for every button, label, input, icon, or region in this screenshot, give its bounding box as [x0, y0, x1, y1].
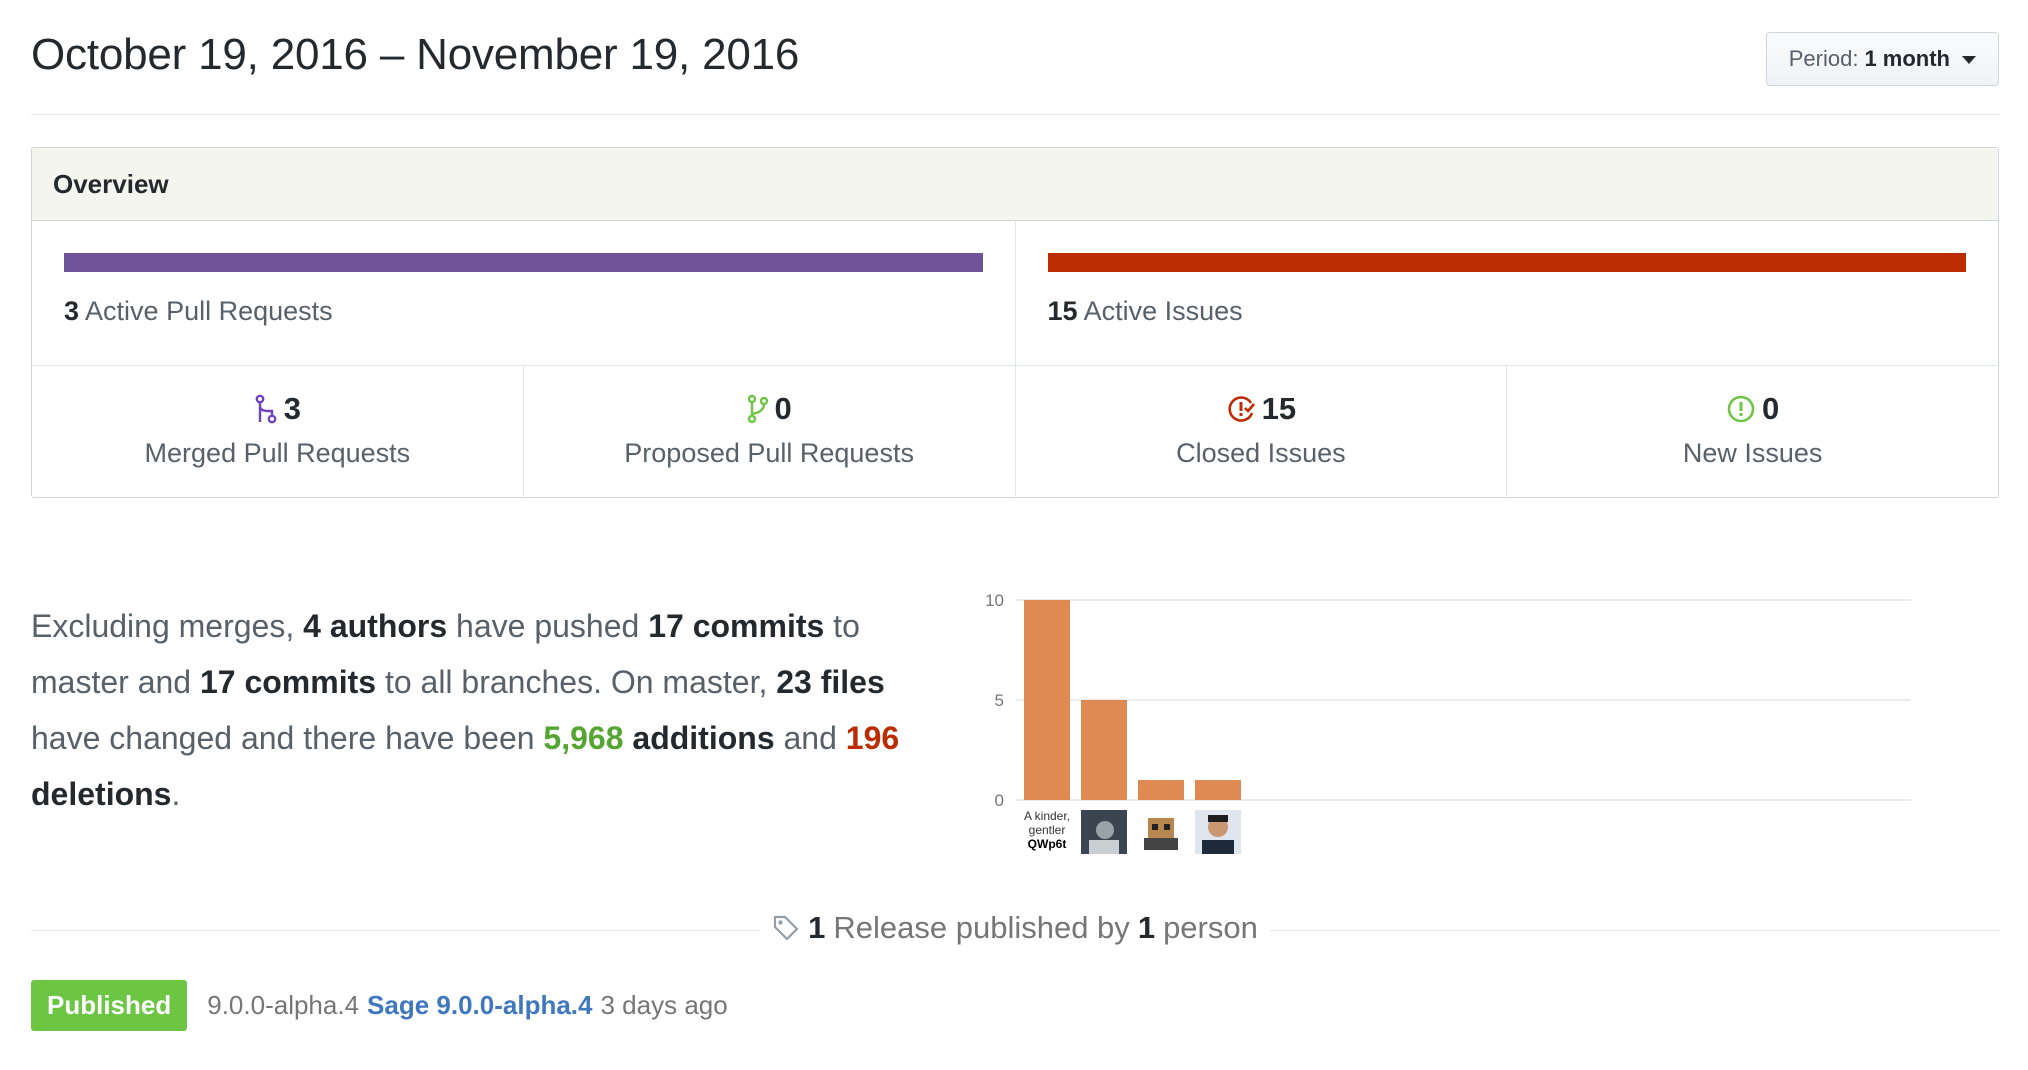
page-header: October 19, 2016 – November 19, 2016 Per…	[31, 0, 1999, 115]
summary-text: Excluding merges,	[31, 608, 295, 644]
active-pull-requests[interactable]: 3 Active Pull Requests	[32, 221, 1015, 365]
summary-text: .	[171, 776, 181, 812]
commits-by-author-chart: 0 5 10 A kinder, gentler QWp6t	[951, 580, 1911, 880]
deletions-count: 196	[845, 720, 900, 756]
deletions-word: deletions	[31, 776, 172, 812]
merged-pr-label: Merged Pull Requests	[144, 438, 411, 468]
active-pr-count: 3	[64, 296, 80, 326]
active-issue-stat: 15 Active Issues	[1048, 296, 1967, 327]
y-tick-label: 10	[985, 591, 1004, 610]
author-label: A kinder,	[1024, 809, 1070, 823]
active-issue-bar	[1047, 253, 1966, 272]
bar	[1081, 700, 1127, 800]
active-issues[interactable]: 15 Active Issues	[1014, 221, 1999, 365]
release-text-2: person	[1163, 910, 1258, 945]
authors-count[interactable]: 4 authors	[303, 608, 447, 644]
period-label: Period:	[1788, 46, 1859, 71]
chart-svg: 0 5 10 A kinder,gentlerQWp6t	[985, 591, 1911, 854]
closed-issues-stat[interactable]: 15 Closed Issues	[1014, 366, 1507, 498]
proposed-pr-icon	[747, 394, 769, 424]
period-value: 1 month	[1864, 46, 1950, 71]
new-issues-stat[interactable]: 0 New Issues	[1506, 366, 1998, 498]
active-pr-stat: 3 Active Pull Requests	[64, 296, 983, 327]
additions-count: 5,968	[543, 720, 624, 756]
overview-panel: Overview 3 Active Pull Requests 15 Activ…	[31, 147, 1999, 498]
proposed-pr-stat[interactable]: 0 Proposed Pull Requests	[522, 366, 1015, 498]
author-label: QWp6t	[1028, 837, 1067, 851]
bar	[1024, 600, 1070, 800]
period-dropdown[interactable]: Period: 1 month	[1765, 32, 1999, 86]
release-heading: 1 Release published by 1 person	[31, 910, 1999, 947]
avatar-robot-head	[1148, 818, 1174, 838]
new-issues-label: New Issues	[1682, 438, 1823, 468]
active-pr-bar	[64, 253, 983, 272]
avatar-robot-eye	[1152, 824, 1158, 830]
active-pr-label: Active Pull Requests	[85, 296, 333, 326]
summary-text: have pushed	[456, 608, 640, 644]
new-issues-count: 0	[1762, 391, 1780, 426]
bar	[1138, 780, 1184, 800]
summary-text: and	[783, 720, 837, 756]
caret-down-icon	[1962, 56, 1976, 64]
closed-issues-label: Closed Issues	[1176, 438, 1346, 468]
avatar-body	[1202, 840, 1234, 854]
release-tag: 9.0.0-alpha.4	[207, 990, 360, 1020]
overview-heading: Overview	[32, 148, 1998, 221]
tag-icon	[772, 914, 800, 942]
files-changed[interactable]: 23 files	[776, 664, 885, 700]
avatar-body	[1089, 840, 1119, 854]
active-issue-count: 15	[1047, 296, 1078, 326]
summary-text: to all branches. On master,	[384, 664, 768, 700]
closed-issue-icon	[1226, 394, 1256, 424]
merged-pr-stat[interactable]: 3 Merged Pull Requests	[32, 366, 523, 498]
avatar-hair	[1208, 815, 1228, 822]
additions-word: additions	[632, 720, 775, 756]
commits-master[interactable]: 17 commits	[648, 608, 824, 644]
avatar-robot-eye	[1164, 824, 1170, 830]
commits-all: 17 commits	[199, 664, 377, 700]
merged-pr-icon	[254, 394, 278, 424]
bar	[1195, 780, 1241, 800]
release-text: Release published by	[833, 910, 1130, 945]
summary-text: have changed and there have been	[31, 720, 535, 756]
release-people-count: 1	[1137, 910, 1156, 945]
merged-pr-count: 3	[283, 391, 301, 426]
published-badge: Published	[31, 980, 188, 1031]
release-link[interactable]: Sage 9.0.0-alpha.4	[367, 990, 592, 1021]
closed-issues-count: 15	[1261, 391, 1297, 426]
pulse-page: October 19, 2016 – November 19, 2016 Per…	[31, 0, 1999, 1031]
proposed-pr-label: Proposed Pull Requests	[624, 438, 914, 468]
commit-summary: Excluding merges, 4 authors have pushed …	[31, 598, 961, 822]
active-issue-label: Active Issues	[1083, 296, 1243, 326]
proposed-pr-count: 0	[774, 391, 792, 426]
release-count: 1	[808, 910, 826, 945]
release-time: 3 days ago	[600, 990, 728, 1020]
author-label: gentler	[1029, 823, 1066, 837]
new-issue-icon	[1726, 394, 1756, 424]
avatar-robot-body	[1144, 838, 1178, 850]
y-tick-label: 5	[995, 691, 1004, 710]
release-item: Published 9.0.0-alpha.4 Sage 9.0.0-alpha…	[31, 980, 728, 1031]
avatar-face	[1096, 821, 1114, 839]
y-tick-label: 0	[995, 791, 1004, 810]
page-title: October 19, 2016 – November 19, 2016	[31, 30, 800, 79]
